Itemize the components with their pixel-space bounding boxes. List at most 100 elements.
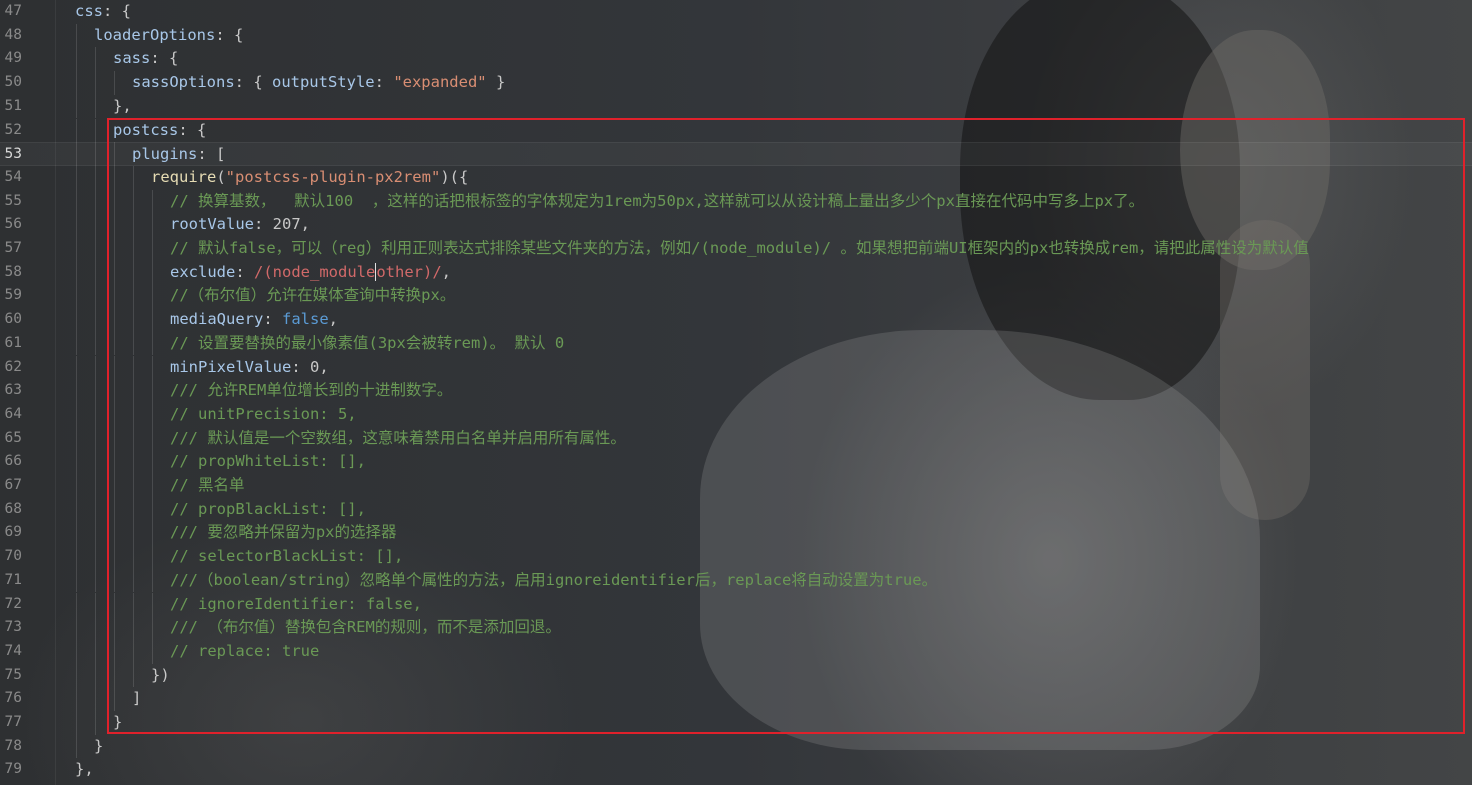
token-cm: //（布尔值）允许在媒体查询中转换px。: [170, 286, 456, 305]
code-text[interactable]: // propWhiteList: [],: [170, 450, 366, 474]
indent-guide: [114, 450, 115, 474]
code-text[interactable]: ///（boolean/string）忽略单个属性的方法，启用ignoreide…: [170, 569, 937, 593]
code-line[interactable]: 51},: [0, 95, 1472, 119]
token-num: 207: [272, 215, 301, 234]
indent-guide: [133, 284, 134, 309]
indent-guide: [114, 71, 115, 95]
code-text[interactable]: }: [94, 735, 103, 759]
code-line[interactable]: 62 minPixelValue: 0,: [0, 356, 1472, 380]
code-text[interactable]: //（布尔值）允许在媒体查询中转换px。: [170, 284, 455, 308]
code-text[interactable]: css: {: [75, 0, 131, 24]
code-line[interactable]: 60 mediaQuery: false,: [0, 308, 1472, 332]
code-text[interactable]: rootValue: 207,: [170, 213, 310, 237]
code-line[interactable]: 74 // replace: true: [0, 640, 1472, 664]
code-text[interactable]: },: [75, 758, 94, 782]
code-text[interactable]: // propBlackList: [],: [170, 498, 366, 522]
indent-guide: [76, 213, 77, 237]
code-line[interactable]: 70 // selectorBlackList: [],: [0, 545, 1472, 569]
code-line[interactable]: 58 exclude: /(node_moduleother)/,: [0, 261, 1472, 285]
code-line[interactable]: 78}: [0, 735, 1472, 759]
indent-guide: [76, 687, 77, 711]
code-text[interactable]: ]: [132, 687, 141, 711]
indent-guide: [133, 213, 134, 237]
token-cm: ///（boolean/string）忽略单个属性的方法，启用ignoreide…: [170, 570, 938, 589]
code-text[interactable]: exclude: /(node_moduleother)/,: [170, 261, 451, 285]
code-text[interactable]: /// 默认值是一个空数组，这意味着禁用白名单并启用所有属性。: [170, 427, 626, 451]
line-number: 64: [4, 405, 22, 422]
code-line[interactable]: 50 sassOptions: { outputStyle: "expanded"…: [0, 71, 1472, 95]
code-text[interactable]: mediaQuery: false,: [170, 308, 338, 332]
token-cm: // replace: true: [170, 641, 320, 660]
code-line[interactable]: 68 // propBlackList: [],: [0, 498, 1472, 522]
indent-guide: [114, 165, 115, 190]
code-line[interactable]: 54 require("postcss-plugin-px2rem")({: [0, 166, 1472, 190]
code-line[interactable]: 59 //（布尔值）允许在媒体查询中转换px。: [0, 284, 1472, 308]
token-punct: : {: [234, 73, 272, 92]
code-line[interactable]: 47 css: {: [0, 0, 1472, 24]
line-number: 75: [4, 666, 22, 683]
line-number: 47: [4, 3, 22, 19]
token-key: minPixelValue: [170, 357, 292, 376]
indent-guide: [76, 450, 77, 474]
code-text[interactable]: // selectorBlackList: [],: [170, 545, 403, 569]
code-text[interactable]: /// 允许REM单位增长到的十进制数字。: [170, 379, 452, 403]
code-line[interactable]: 73 /// （布尔值）替换包含REM的规则，而不是添加回退。: [0, 616, 1472, 640]
code-text[interactable]: minPixelValue: 0,: [170, 356, 329, 380]
token-key: postcss: [113, 120, 179, 139]
code-editor[interactable]: 47 css: { 48 loaderOptions: {49 sass: {50 sas…: [0, 0, 1472, 785]
code-line[interactable]: 69 /// 要忽略并保留为px的选择器: [0, 521, 1472, 545]
code-line[interactable]: 48 loaderOptions: {: [0, 24, 1472, 48]
code-line[interactable]: 56 rootValue: 207,: [0, 213, 1472, 237]
code-text[interactable]: /// 要忽略并保留为px的选择器: [170, 521, 397, 545]
code-line[interactable]: 52 postcss: {: [0, 119, 1472, 143]
code-line[interactable]: 77}: [0, 711, 1472, 735]
code-text[interactable]: sass: {: [113, 47, 178, 71]
code-line[interactable]: 49 sass: {: [0, 47, 1472, 71]
code-line[interactable]: 76]: [0, 687, 1472, 711]
code-line[interactable]: 71 ///（boolean/string）忽略单个属性的方法，启用ignorei…: [0, 569, 1472, 593]
indent-guide: [76, 23, 77, 48]
indent-guide: [76, 639, 77, 664]
indent-guide: [152, 568, 153, 593]
code-text[interactable]: // 换算基数， 默认100 ，这样的话把根标签的字体规定为1rem为50px,…: [170, 190, 1144, 214]
token-key: outputStyle: [271, 73, 375, 92]
token-punct: ,: [319, 357, 329, 376]
line-number: 56: [4, 216, 22, 233]
token-cm: // selectorBlackList: [],: [170, 547, 404, 566]
indent-guide: [114, 308, 115, 332]
code-line[interactable]: 63 /// 允许REM单位增长到的十进制数字。: [0, 379, 1472, 403]
code-line[interactable]: 53 plugins: [: [0, 142, 1472, 166]
token-punct: : {: [215, 25, 244, 44]
code-text[interactable]: // 黑名单: [170, 474, 245, 498]
code-text[interactable]: }: [113, 711, 122, 735]
code-line[interactable]: 61 // 设置要替换的最小像素值(3px会被转rem)。 默认 0: [0, 332, 1472, 356]
code-text[interactable]: // 默认false，可以（reg）利用正则表达式排除某些文件夹的方法，例如/(…: [170, 237, 1309, 261]
code-text[interactable]: },: [113, 95, 132, 119]
code-text[interactable]: // 设置要替换的最小像素值(3px会被转rem)。 默认 0: [170, 332, 564, 356]
code-line[interactable]: 65 /// 默认值是一个空数组，这意味着禁用白名单并启用所有属性。: [0, 427, 1472, 451]
code-text[interactable]: plugins: [: [132, 143, 225, 167]
indent-guide: [95, 237, 96, 261]
code-text[interactable]: require("postcss-plugin-px2rem")({: [151, 166, 468, 190]
code-line[interactable]: 57 // 默认false，可以（reg）利用正则表达式排除某些文件夹的方法，例如…: [0, 237, 1472, 261]
indent-guide: [114, 213, 115, 237]
code-line[interactable]: 64 // unitPrecision: 5,: [0, 403, 1472, 427]
code-line[interactable]: 67 // 黑名单: [0, 474, 1472, 498]
code-line[interactable]: 72 // ignoreIdentifier: false,: [0, 593, 1472, 617]
code-line[interactable]: 79},: [0, 758, 1472, 782]
line-number: 48: [4, 26, 22, 43]
code-line[interactable]: 66 // propWhiteList: [],: [0, 450, 1472, 474]
code-text[interactable]: // replace: true: [170, 640, 319, 664]
code-text[interactable]: // unitPrecision: 5,: [170, 403, 357, 427]
code-line[interactable]: 55 // 换算基数， 默认100 ，这样的话把根标签的字体规定为1rem为50p…: [0, 190, 1472, 214]
code-text[interactable]: postcss: {: [113, 119, 206, 143]
code-text[interactable]: loaderOptions: {: [94, 24, 243, 48]
code-text[interactable]: }): [151, 664, 170, 688]
line-number: 69: [4, 524, 22, 541]
code-text[interactable]: /// （布尔值）替换包含REM的规则，而不是添加回退。: [170, 616, 561, 640]
line-number: 72: [4, 595, 22, 612]
token-key: sass: [113, 49, 151, 68]
code-line[interactable]: 75}): [0, 664, 1472, 688]
code-text[interactable]: sassOptions: { outputStyle: "expanded" }: [132, 71, 505, 95]
code-text[interactable]: // ignoreIdentifier: false,: [170, 593, 422, 617]
